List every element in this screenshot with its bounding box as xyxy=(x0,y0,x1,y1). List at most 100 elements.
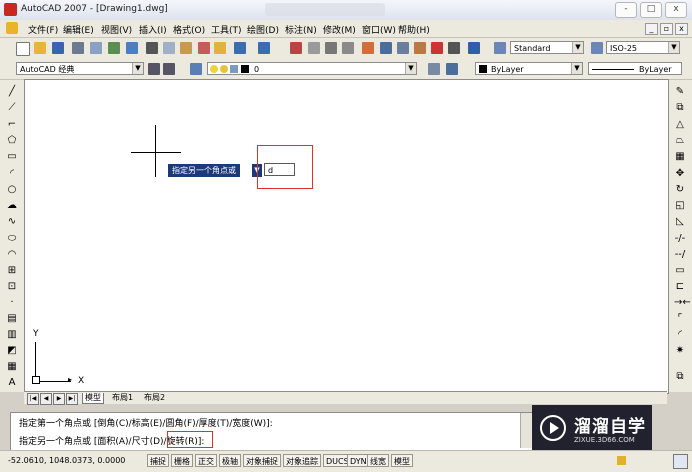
workspace-save-icon[interactable] xyxy=(163,63,175,75)
region-icon[interactable]: ◩ xyxy=(6,345,18,356)
fillet-icon[interactable]: ◜ xyxy=(674,329,686,340)
break-at-point-icon[interactable]: ▭ xyxy=(674,265,686,276)
mdi-close-button[interactable]: x xyxy=(675,23,688,35)
stretch-icon[interactable]: ◺ xyxy=(674,216,686,227)
match-properties-icon[interactable] xyxy=(198,42,210,54)
mirror-icon[interactable]: △ xyxy=(674,119,686,130)
move-icon[interactable]: ✥ xyxy=(674,168,686,179)
color-select[interactable]: ByLayer ▼ xyxy=(475,62,583,75)
comm-center-icon[interactable] xyxy=(617,456,626,465)
menu-edit[interactable]: 编辑(E) xyxy=(63,23,94,36)
hatch-icon[interactable]: ▤ xyxy=(6,313,18,324)
clean-screen-icon[interactable] xyxy=(673,454,688,469)
dim-style-select[interactable]: ISO-25 ▼ xyxy=(606,41,680,54)
arc-icon[interactable]: ◜ xyxy=(6,168,18,179)
cut-icon[interactable] xyxy=(146,42,158,54)
properties-icon[interactable] xyxy=(362,42,374,54)
maximize-button[interactable]: □ xyxy=(640,2,662,18)
minimize-button[interactable]: - xyxy=(615,2,637,18)
new-file-icon[interactable] xyxy=(16,42,30,56)
close-button[interactable]: x xyxy=(665,2,687,18)
pan-icon[interactable] xyxy=(290,42,302,54)
text-style-icon[interactable] xyxy=(494,42,506,54)
otrack-toggle[interactable]: 对象追踪 xyxy=(283,454,321,467)
menu-format[interactable]: 格式(O) xyxy=(173,23,205,36)
mdi-restore-button[interactable]: ▫ xyxy=(660,23,673,35)
ortho-toggle[interactable]: 正交 xyxy=(195,454,217,467)
save-icon[interactable] xyxy=(52,42,64,54)
table-icon[interactable]: ▦ xyxy=(6,361,18,372)
workspace-select[interactable]: AutoCAD 经典 ▼ xyxy=(16,62,144,75)
command-scrollbar[interactable] xyxy=(520,413,532,448)
snap-toggle[interactable]: 捕捉 xyxy=(147,454,169,467)
construction-line-icon[interactable]: ⟋ xyxy=(6,102,18,113)
paste-icon[interactable] xyxy=(180,42,192,54)
markup-icon[interactable] xyxy=(431,42,443,54)
menu-modify[interactable]: 修改(M) xyxy=(323,23,356,36)
layer-previous-icon[interactable] xyxy=(446,63,458,75)
copy-icon[interactable] xyxy=(163,42,175,54)
break-icon[interactable]: ⊏ xyxy=(674,281,686,292)
menu-insert[interactable]: 插入(I) xyxy=(139,23,167,36)
make-layer-current-icon[interactable] xyxy=(428,63,440,75)
gradient-icon[interactable]: ▥ xyxy=(6,329,18,340)
background-tab[interactable] xyxy=(265,3,385,16)
tab-last-button[interactable]: ▶| xyxy=(66,393,78,405)
polar-toggle[interactable]: 极轴 xyxy=(219,454,241,467)
rotate-icon[interactable]: ↻ xyxy=(674,184,686,195)
dim-style-icon[interactable] xyxy=(591,42,603,54)
text-style-select[interactable]: Standard ▼ xyxy=(510,41,584,54)
zoom-window-icon[interactable] xyxy=(325,42,337,54)
revision-cloud-icon[interactable]: ☁ xyxy=(6,200,18,211)
print-icon[interactable] xyxy=(72,42,84,54)
osnap-toggle[interactable]: 对象捕捉 xyxy=(243,454,281,467)
ellipse-arc-icon[interactable]: ◠ xyxy=(6,249,18,260)
rectangle-icon[interactable]: ▭ xyxy=(6,151,18,162)
document-icon[interactable] xyxy=(6,22,18,34)
redo-icon[interactable] xyxy=(258,42,270,54)
tab-first-button[interactable]: |◀ xyxy=(27,393,39,405)
quickcalc-icon[interactable] xyxy=(448,42,460,54)
menu-draw[interactable]: 绘图(D) xyxy=(247,23,279,36)
zoom-realtime-icon[interactable] xyxy=(308,42,320,54)
polyline-icon[interactable]: ⌐ xyxy=(6,119,18,130)
tab-next-button[interactable]: ▶ xyxy=(53,393,65,405)
autocad-app-icon[interactable] xyxy=(4,3,17,16)
insert-block-icon[interactable]: ⊞ xyxy=(6,265,18,276)
menu-view[interactable]: 视图(V) xyxy=(101,23,132,36)
polygon-icon[interactable]: ⬠ xyxy=(6,135,18,146)
tab-prev-button[interactable]: ◀ xyxy=(40,393,52,405)
scale-icon[interactable]: ◱ xyxy=(674,200,686,211)
tab-layout1[interactable]: 布局1 xyxy=(110,393,135,403)
explode-icon[interactable]: ✷ xyxy=(674,345,686,356)
plot-preview-icon[interactable] xyxy=(90,42,102,54)
menu-help[interactable]: 帮助(H) xyxy=(398,23,430,36)
ellipse-icon[interactable]: ⬭ xyxy=(6,233,18,244)
command-window-grip[interactable] xyxy=(0,403,10,449)
workspace-settings-icon[interactable] xyxy=(148,63,160,75)
multiline-text-icon[interactable]: A xyxy=(6,377,18,388)
layer-manager-icon[interactable] xyxy=(190,63,202,75)
zoom-previous-icon[interactable] xyxy=(342,42,354,54)
block-editor-icon[interactable] xyxy=(214,42,226,54)
design-center-icon[interactable] xyxy=(380,42,392,54)
chamfer-icon[interactable]: ⌜ xyxy=(674,313,686,324)
copy-object-icon[interactable]: ⧉ xyxy=(674,102,686,113)
menu-window[interactable]: 窗口(W) xyxy=(362,23,396,36)
array-icon[interactable]: ▦ xyxy=(674,151,686,162)
lineweight-toggle[interactable]: 线宽 xyxy=(367,454,389,467)
open-file-icon[interactable] xyxy=(34,42,46,54)
drawing-canvas[interactable]: Y X ▸ xyxy=(24,79,669,394)
tab-layout2[interactable]: 布局2 xyxy=(142,393,167,403)
menu-dimension[interactable]: 标注(N) xyxy=(285,23,317,36)
mdi-minimize-button[interactable]: _ xyxy=(645,23,658,35)
model-toggle[interactable]: 模型 xyxy=(391,454,413,467)
undo-icon[interactable] xyxy=(234,42,246,54)
linetype-select[interactable]: ByLayer xyxy=(588,62,682,75)
point-icon[interactable]: · xyxy=(6,297,18,308)
3d-dwf-icon[interactable] xyxy=(126,42,138,54)
offset-icon[interactable]: ⏢ xyxy=(674,135,686,146)
tool-palettes-icon[interactable] xyxy=(397,42,409,54)
circle-icon[interactable]: ○ xyxy=(6,184,18,195)
menu-file[interactable]: 文件(F) xyxy=(28,23,58,36)
